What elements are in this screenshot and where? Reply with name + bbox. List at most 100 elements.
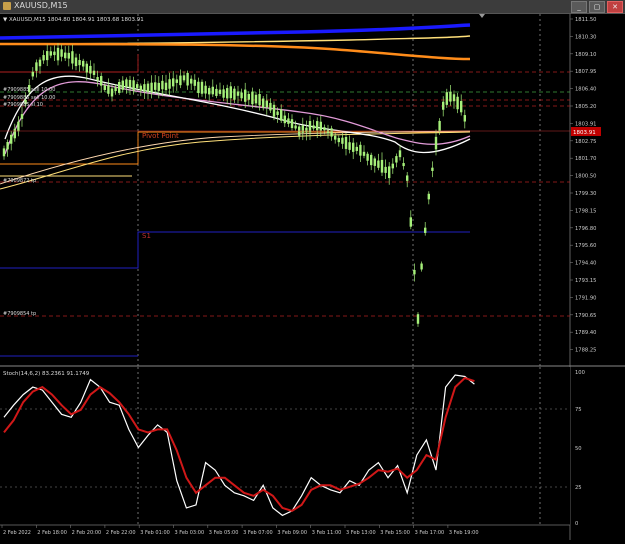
pivot-label: Pivot Point <box>142 132 179 140</box>
order-label: #7909885 sell 10.00 <box>3 95 55 101</box>
s1-label: S1 <box>142 232 151 240</box>
candle-body <box>100 76 103 86</box>
time-label: 3 Feb 15:00 <box>380 530 410 536</box>
candle-body <box>251 91 254 105</box>
candle-body <box>240 92 243 99</box>
time-label: 3 Feb 03:00 <box>175 530 205 536</box>
candle-body <box>434 136 438 150</box>
candle-body <box>143 84 146 92</box>
candle-body <box>395 156 398 163</box>
candle-body <box>305 127 308 133</box>
price-label: 1798.15 <box>575 208 596 214</box>
candle-body <box>10 134 13 144</box>
window-title: XAUUSD,M15 <box>14 1 68 10</box>
candle-body <box>366 153 369 161</box>
candle-body <box>110 88 114 97</box>
candle-body <box>236 91 240 96</box>
time-label: 2 Feb 2022 <box>3 530 31 536</box>
window-titlebar[interactable]: XAUUSD,M15 _ ▢ ✕ <box>0 0 625 14</box>
candle-body <box>384 166 387 173</box>
stoch-level-label: 50 <box>575 446 582 452</box>
candle-body <box>46 51 49 61</box>
tp-label: #7909872 tp <box>3 178 36 184</box>
candle-body <box>208 88 211 95</box>
candle-body <box>337 137 340 143</box>
time-label: 3 Feb 09:00 <box>277 530 307 536</box>
candle-body <box>276 111 279 116</box>
candle-body <box>449 91 452 102</box>
candle-body <box>355 146 358 151</box>
candle-body <box>56 47 60 61</box>
candle-body <box>359 144 362 156</box>
price-label: 1809.10 <box>575 52 596 58</box>
candle-body <box>71 51 74 64</box>
candle-body <box>78 60 81 66</box>
candle-body <box>197 81 200 94</box>
candle-body <box>92 70 96 75</box>
candle-body <box>67 52 70 59</box>
candle-body <box>186 72 189 86</box>
time-label: 3 Feb 05:00 <box>209 530 239 536</box>
candle-body <box>121 80 124 90</box>
maximize-button[interactable]: ▢ <box>589 1 605 13</box>
order-label: #7909885 sl 10 <box>3 102 43 108</box>
candle-body <box>85 63 88 73</box>
price-label: 1800.50 <box>575 174 596 180</box>
candle-body <box>341 137 344 144</box>
candle-body <box>103 85 106 90</box>
price-label: 1790.65 <box>575 313 596 319</box>
candle-body <box>128 79 132 88</box>
candle-body <box>136 84 139 88</box>
candle-body <box>35 62 38 71</box>
candle-body <box>438 120 441 131</box>
stoch-header: Stoch(14,6,2) 83.2361 91.1749 <box>3 371 90 377</box>
candle-body <box>164 82 168 91</box>
candle-body <box>427 193 430 200</box>
stoch-axis: 100 75 50 25 0 <box>575 370 585 527</box>
current-price-text: 1803.91 <box>573 130 596 136</box>
candle-body <box>323 127 326 131</box>
candle-body <box>269 102 272 111</box>
close-button[interactable]: ✕ <box>607 1 623 13</box>
candle-body <box>287 118 290 124</box>
candle-body <box>64 52 67 59</box>
candle-body <box>150 82 153 93</box>
candle-body <box>218 89 222 94</box>
candle-body <box>193 79 196 86</box>
candle-body <box>420 263 423 270</box>
candle-body <box>280 109 283 121</box>
candle-body <box>190 78 193 84</box>
candle-body <box>154 82 157 90</box>
price-label: 1796.80 <box>575 226 596 232</box>
minimize-button[interactable]: _ <box>571 1 587 13</box>
candle-body <box>215 88 218 96</box>
chart-svg[interactable]: 1811.50 1810.30 1809.10 1807.95 1806.40 1805.… <box>0 14 625 540</box>
chart-header: ▼ XAUUSD,M15 1804.80 1804.91 1803.68 180… <box>3 17 144 23</box>
candle-body <box>53 51 56 56</box>
candle-body <box>294 125 297 129</box>
candle-body <box>370 154 373 166</box>
chart-area[interactable]: 1811.50 1810.30 1809.10 1807.95 1806.40 1805.… <box>0 14 625 540</box>
candle-body <box>265 100 268 108</box>
candle-body <box>409 217 412 227</box>
candle-body <box>377 160 380 168</box>
candle-body <box>445 92 448 105</box>
candle-body <box>31 71 34 77</box>
price-label: 1788.25 <box>575 348 596 354</box>
candle-body <box>6 142 9 150</box>
chart-window-icon <box>3 2 11 10</box>
candle-body <box>182 75 186 81</box>
candle-body <box>244 89 247 102</box>
stoch-level-label: 0 <box>575 521 578 527</box>
price-label: 1805.20 <box>575 104 596 110</box>
time-label: 3 Feb 01:00 <box>140 530 170 536</box>
price-label: 1793.15 <box>575 278 596 284</box>
tp-label: #7909854 tp <box>3 311 36 317</box>
candle-body <box>211 86 214 95</box>
candle-body <box>334 135 337 140</box>
candle-body <box>222 89 225 98</box>
candle-body <box>247 94 250 100</box>
time-label: 2 Feb 18:00 <box>37 530 67 536</box>
candle-body <box>452 94 456 102</box>
candle-body <box>74 57 78 67</box>
